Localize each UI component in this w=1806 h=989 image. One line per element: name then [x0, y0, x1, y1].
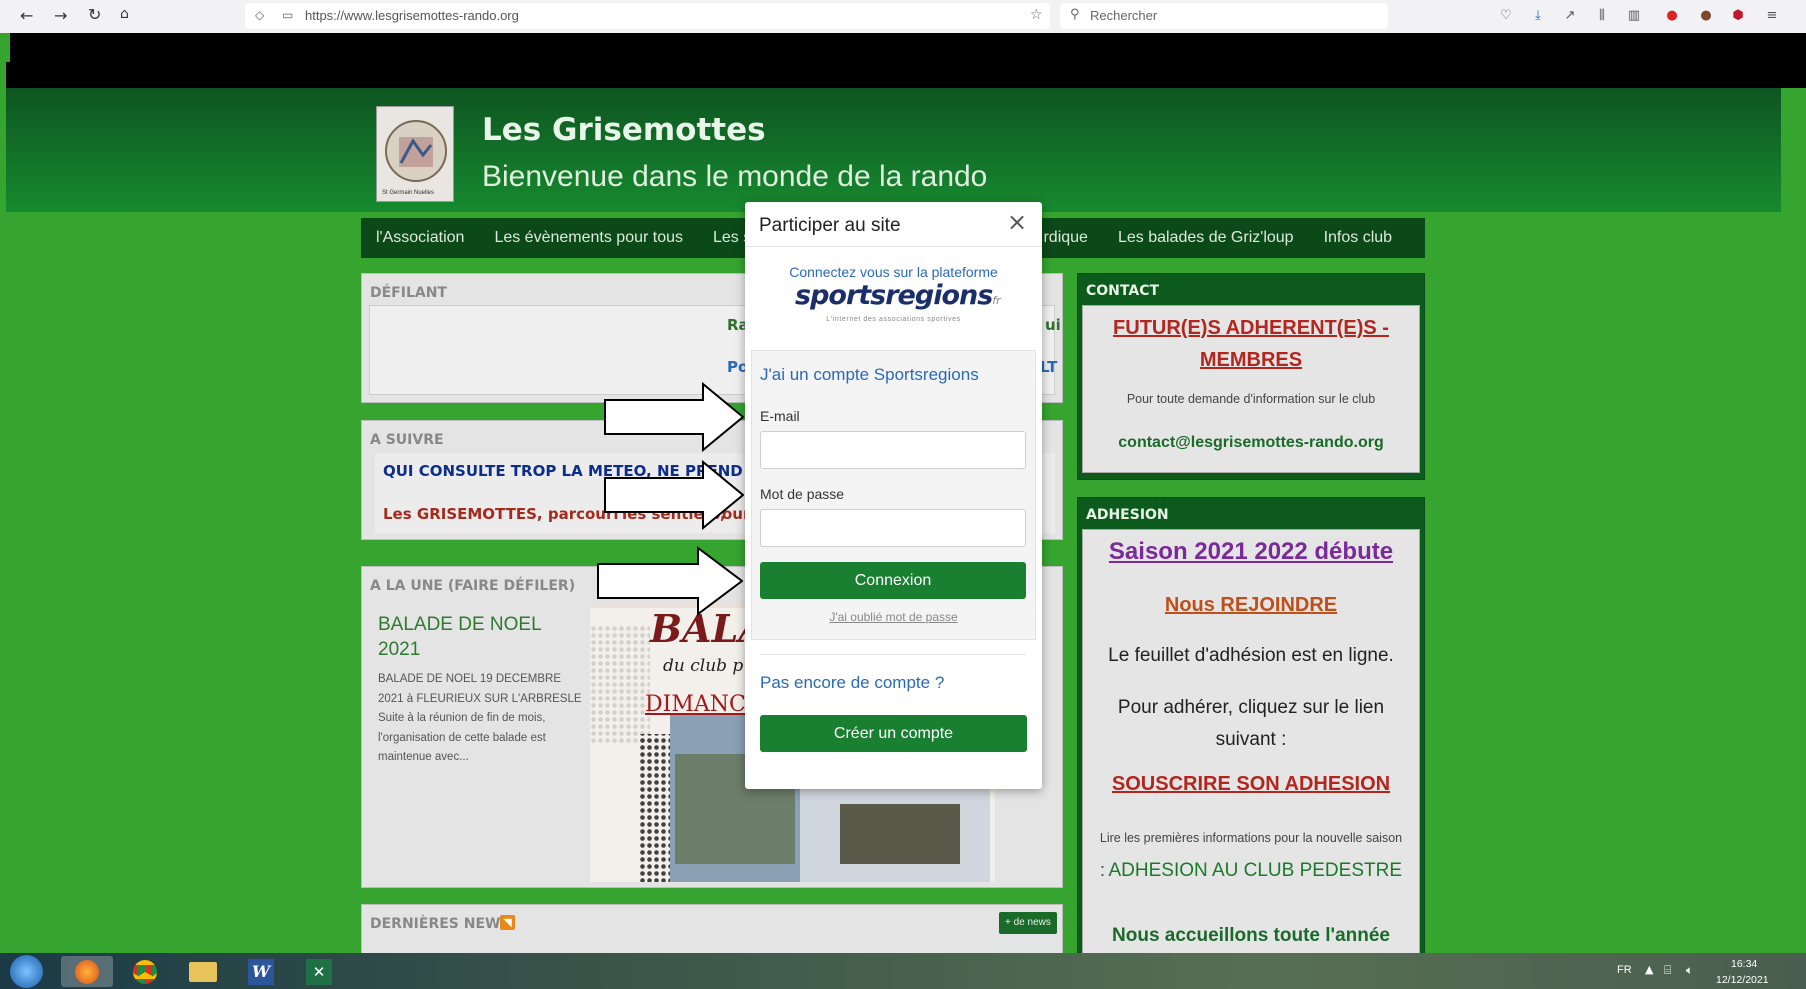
sportsregions-logo[interactable]: sportsregionsfr [795, 280, 1001, 311]
ublock-icon[interactable]: ⬢ [1730, 8, 1746, 24]
brand-tld: fr [992, 294, 1001, 307]
file-explorer-taskbar-icon[interactable] [177, 956, 229, 987]
a-suivre-heading: A SUIVRE [370, 432, 444, 448]
account-heading: J'ai un compte Sportsregions [760, 365, 979, 384]
menu-item-infos-club[interactable]: Infos club [1324, 229, 1392, 247]
reload-icon[interactable]: ↻ [88, 5, 101, 24]
menu-icon[interactable]: ≡ [1764, 8, 1780, 24]
news-excerpt: BALADE DE NOEL 19 DECEMBRE 2021 à FLEURI… [378, 673, 582, 763]
modal-divider-bottom [760, 654, 1026, 655]
login-modal: Participer au site × Connectez vous sur … [745, 202, 1042, 789]
tray-expand-icon[interactable]: ▲ [1645, 963, 1653, 976]
close-icon[interactable]: × [1007, 208, 1027, 236]
contact-title-link[interactable]: FUTUR(E)S ADHERENT(E)S - MEMBRES [1092, 312, 1410, 376]
logo-caption: St Germain Nuelles [382, 190, 435, 196]
network-icon[interactable]: ⌸ [1664, 963, 1671, 978]
logo-graphic [385, 120, 447, 182]
arrow-icon-email [604, 382, 744, 452]
dernieres-news-heading: DERNIÈRES NEWS [370, 916, 511, 932]
site-title[interactable]: Les Grisemottes [482, 112, 766, 148]
adhesion-info-text: Lire les premières informations pour la … [1099, 831, 1403, 845]
login-button[interactable]: Connexion [760, 562, 1026, 599]
menu-item-association[interactable]: l'Association [376, 229, 464, 247]
defilant-line-2-tail[interactable]: LT [1040, 358, 1057, 376]
adhesion-paragraph-4: Nous accueillons toute l'année [1112, 925, 1390, 946]
password-label: Mot de passe [760, 486, 845, 502]
shield-icon[interactable]: ◇ [255, 8, 264, 22]
lock-icon[interactable]: ▭ [282, 8, 293, 22]
adhesion-heading: ADHESION [1086, 507, 1169, 523]
password-field[interactable] [760, 509, 1026, 547]
redaction-bar [10, 33, 1806, 88]
adhesion-info-separator: : [1099, 860, 1105, 880]
clock-time[interactable]: 16:34 [1731, 958, 1757, 970]
sidebar-icon[interactable]: ▥ [1626, 8, 1642, 24]
site-subtitle: Bienvenue dans le monde de la rando [482, 160, 988, 193]
contact-text: Pour toute demande d'information sur le … [1126, 392, 1376, 406]
pocket-icon[interactable]: ♡ [1498, 8, 1514, 24]
defilant-heading: DÉFILANT [370, 285, 447, 301]
modal-title: Participer au site [759, 215, 901, 236]
adhesion-paragraph-1: Le feuillet d'adhésion est en ligne. [1108, 645, 1394, 666]
rss-icon[interactable]: ◥ [500, 915, 515, 930]
tools-icon[interactable]: ↗ [1562, 8, 1578, 24]
email-field[interactable] [760, 431, 1026, 469]
firefox-taskbar-icon[interactable] [61, 956, 113, 987]
chrome-taskbar-icon[interactable] [119, 956, 171, 987]
library-icon[interactable]: ⫼ [1594, 8, 1610, 24]
adhesion-paragraph-3: Lire les premières informations pour la … [1096, 822, 1406, 888]
modal-divider-top [745, 246, 1042, 247]
arrow-icon-login [597, 546, 743, 616]
email-label: E-mail [760, 408, 800, 424]
contact-heading: CONTACT [1086, 283, 1160, 299]
subscribe-link[interactable]: SOUSCRIRE SON ADHESION [1086, 773, 1416, 796]
adhesion-join-link[interactable]: Nous REJOINDRE [1086, 594, 1416, 617]
back-icon[interactable]: ← [20, 6, 33, 25]
brand-tagline: L'internet des associations sportives [826, 316, 961, 323]
excel-taskbar-icon[interactable]: ✕ [293, 956, 345, 987]
word-taskbar-icon[interactable]: W [235, 956, 287, 987]
create-account-button[interactable]: Créer un compte [760, 715, 1027, 752]
url-text[interactable]: https://www.lesgrisemottes-rando.org [305, 8, 519, 23]
volume-icon[interactable]: 🔈︎ [1686, 963, 1693, 978]
adhesion-club-link[interactable]: ADHESION AU CLUB PEDESTRE [1108, 860, 1402, 881]
a-suivre-line-2[interactable]: Les GRISEMOTTES, parcouri [383, 505, 619, 523]
poster-date: DIMANC [645, 692, 746, 717]
adhesion-season-link[interactable]: Saison 2021 2022 débute [1086, 538, 1416, 566]
search-icon: ⚲ [1070, 7, 1080, 22]
defilant-line-1-tail[interactable]: ui [1045, 316, 1061, 334]
home-icon[interactable]: ⌂ [120, 6, 129, 22]
a-la-une-heading: A LA UNE (FAIRE DÉFILER) [370, 578, 576, 594]
clock-date[interactable]: 12/12/2021 [1716, 974, 1769, 986]
more-news-button[interactable]: + de news [999, 912, 1057, 934]
forward-icon[interactable]: → [54, 6, 67, 25]
connect-text: Connectez vous sur la plateforme [789, 264, 998, 280]
adblock-icon[interactable]: ● [1664, 8, 1680, 24]
bookmark-star-icon[interactable]: ☆ [1030, 7, 1043, 23]
menu-item-balades-grizloup[interactable]: Les balades de Griz'loup [1118, 229, 1294, 247]
extension-icon[interactable]: ● [1698, 8, 1714, 24]
no-account-text: Pas encore de compte ? [760, 673, 945, 692]
forgot-password-link[interactable]: J'ai oublié mot de passe [745, 610, 1042, 624]
language-indicator[interactable]: FR [1617, 964, 1632, 976]
club-logo[interactable] [376, 106, 454, 202]
news-title[interactable]: BALADE DE NOEL 2021 [378, 612, 558, 662]
menu-item-nordique[interactable]: rdique [1043, 229, 1087, 247]
browser-search-placeholder[interactable]: Rechercher [1090, 8, 1157, 23]
poster-subtitle: du club p [663, 656, 744, 676]
contact-email-link[interactable]: contact@lesgrisemottes-rando.org [1092, 434, 1410, 452]
start-button-icon[interactable] [10, 955, 43, 988]
adhesion-paragraph-2: Pour adhérer, cliquez sur le lien suivan… [1117, 697, 1385, 750]
brand-name: sportsregions [795, 280, 993, 311]
download-icon[interactable]: ⤓ [1530, 8, 1546, 24]
arrow-icon-password [604, 460, 744, 530]
menu-item-evenements[interactable]: Les évènements pour tous [494, 229, 683, 247]
